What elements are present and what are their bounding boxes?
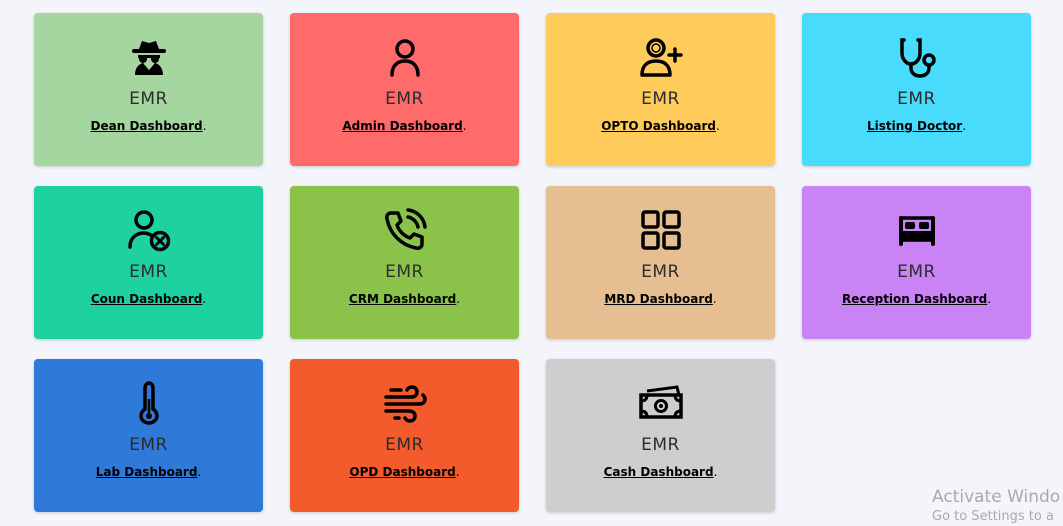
crm-dashboard-link[interactable]: CRM Dashboard — [349, 292, 456, 306]
link-suffix: . — [455, 465, 460, 479]
link-line: OPD Dashboard. — [349, 465, 459, 479]
emr-label: EMR — [385, 89, 424, 109]
activate-windows-watermark: Activate Windo Go to Settings to a — [932, 487, 1060, 524]
emr-label: EMR — [897, 262, 936, 282]
dashboard-grid: EMR Dean Dashboard. EMR Admin Dashboard.… — [34, 13, 1031, 512]
card-mrd-dashboard[interactable]: EMR MRD Dashboard. — [546, 186, 775, 339]
phone-call-icon — [383, 208, 427, 252]
emr-label: EMR — [385, 435, 424, 455]
stethoscope-icon — [895, 35, 939, 79]
emr-label: EMR — [641, 89, 680, 109]
card-cash-dashboard[interactable]: EMR Cash Dashboard. — [546, 359, 775, 512]
emr-label: EMR — [129, 435, 168, 455]
watermark-line-2: Go to Settings to a — [932, 509, 1054, 524]
thermometer-icon — [127, 381, 171, 425]
card-listing-doctor[interactable]: EMR Listing Doctor. — [802, 13, 1031, 166]
card-opto-dashboard[interactable]: EMR OPTO Dashboard. — [546, 13, 775, 166]
listing-doctor-link[interactable]: Listing Doctor — [867, 119, 962, 133]
emr-label: EMR — [897, 89, 936, 109]
link-line: MRD Dashboard. — [604, 292, 716, 306]
link-suffix: . — [456, 292, 461, 306]
link-line: Reception Dashboard. — [842, 292, 991, 306]
link-suffix: . — [202, 292, 207, 306]
emr-label: EMR — [641, 262, 680, 282]
link-line: Lab Dashboard. — [96, 465, 202, 479]
user-plus-icon — [639, 35, 683, 79]
lab-dashboard-link[interactable]: Lab Dashboard — [96, 465, 198, 479]
link-suffix: . — [202, 119, 207, 133]
link-suffix: . — [987, 292, 992, 306]
user-icon — [383, 35, 427, 79]
card-admin-dashboard[interactable]: EMR Admin Dashboard. — [290, 13, 519, 166]
opto-dashboard-link[interactable]: OPTO Dashboard — [601, 119, 716, 133]
dean-dashboard-link[interactable]: Dean Dashboard — [91, 119, 203, 133]
emr-label: EMR — [385, 262, 424, 282]
link-line: Dean Dashboard. — [91, 119, 207, 133]
link-suffix: . — [462, 119, 467, 133]
card-reception-dashboard[interactable]: EMR Reception Dashboard. — [802, 186, 1031, 339]
coun-dashboard-link[interactable]: Coun Dashboard — [91, 292, 203, 306]
spy-icon — [127, 35, 171, 79]
link-line: OPTO Dashboard. — [601, 119, 720, 133]
link-suffix: . — [715, 119, 720, 133]
card-coun-dashboard[interactable]: EMR Coun Dashboard. — [34, 186, 263, 339]
grid-icon — [639, 208, 683, 252]
opd-dashboard-link[interactable]: OPD Dashboard — [349, 465, 455, 479]
link-suffix: . — [197, 465, 202, 479]
mrd-dashboard-link[interactable]: MRD Dashboard — [604, 292, 713, 306]
link-suffix: . — [713, 465, 718, 479]
link-line: CRM Dashboard. — [349, 292, 460, 306]
link-line: Listing Doctor. — [867, 119, 966, 133]
emr-label: EMR — [129, 89, 168, 109]
user-cancel-icon — [127, 208, 171, 252]
admin-dashboard-link[interactable]: Admin Dashboard — [342, 119, 462, 133]
money-icon — [638, 381, 683, 425]
card-crm-dashboard[interactable]: EMR CRM Dashboard. — [290, 186, 519, 339]
cash-dashboard-link[interactable]: Cash Dashboard — [604, 465, 714, 479]
watermark-line-1: Activate Windo — [932, 487, 1061, 507]
card-dean-dashboard[interactable]: EMR Dean Dashboard. — [34, 13, 263, 166]
link-line: Coun Dashboard. — [91, 292, 206, 306]
reception-dashboard-link[interactable]: Reception Dashboard — [842, 292, 987, 306]
card-opd-dashboard[interactable]: EMR OPD Dashboard. — [290, 359, 519, 512]
emr-label: EMR — [641, 435, 680, 455]
link-line: Cash Dashboard. — [604, 465, 718, 479]
link-line: Admin Dashboard. — [342, 119, 466, 133]
emr-label: EMR — [129, 262, 168, 282]
bed-icon — [895, 208, 939, 252]
card-lab-dashboard[interactable]: EMR Lab Dashboard. — [34, 359, 263, 512]
link-suffix: . — [962, 119, 967, 133]
wind-icon — [383, 381, 427, 425]
link-suffix: . — [712, 292, 717, 306]
